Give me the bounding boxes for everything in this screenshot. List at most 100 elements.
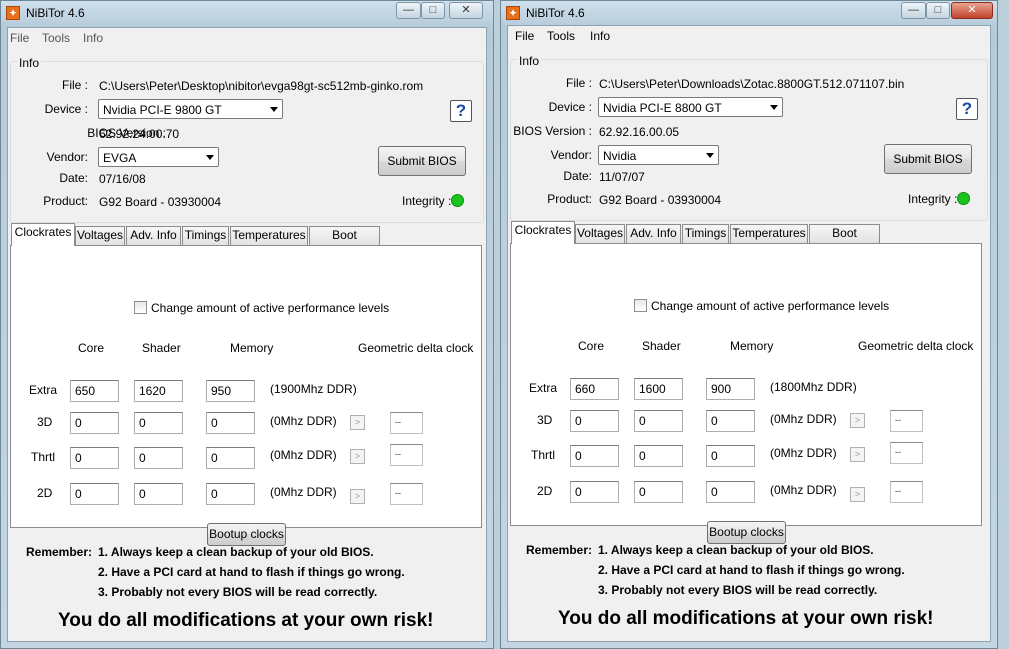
perf-levels-label: Change amount of active performance leve… xyxy=(151,301,390,315)
title-bar[interactable]: ✦ NiBiTor 4.6 — □ ✕ xyxy=(1,1,493,25)
thrtl-shader-input[interactable]: 0 xyxy=(634,445,683,467)
tab-adv-info[interactable]: Adv. Info xyxy=(126,226,181,245)
product-value: G92 Board - 03930004 xyxy=(99,195,222,209)
tab-voltages[interactable]: Voltages xyxy=(75,226,125,245)
thrtl-delta-input[interactable]: -- xyxy=(390,444,423,466)
vendor-select[interactable]: EVGA xyxy=(98,147,219,167)
tab-clockrates[interactable]: Clockrates xyxy=(11,223,75,246)
2d-core-input[interactable]: 0 xyxy=(70,483,119,505)
row-label-2d: 2D xyxy=(37,486,53,500)
thrtl-core-input[interactable]: 0 xyxy=(70,447,119,469)
menu-info[interactable]: Info xyxy=(83,31,103,45)
clockrates-panel: Change amount of active performance leve… xyxy=(10,245,482,546)
title-bar[interactable]: ✦ NiBiTor 4.6 — □ ✕ xyxy=(501,1,997,25)
close-button[interactable]: ✕ xyxy=(951,2,993,19)
2d-memory-input[interactable]: 0 xyxy=(706,481,755,503)
2d-memory-input[interactable]: 0 xyxy=(206,483,255,505)
3d-shader-input[interactable]: 0 xyxy=(634,410,683,432)
thrtl-memory-input[interactable]: 0 xyxy=(206,447,255,469)
extra-memory-input[interactable]: 950 xyxy=(206,380,255,402)
menu-info[interactable]: Info xyxy=(590,29,610,43)
thrtl-shader-input[interactable]: 0 xyxy=(134,447,183,469)
extra-memory-input[interactable]: 900 xyxy=(706,378,755,400)
3d-core-input[interactable]: 0 xyxy=(70,412,119,434)
thrtl-core-input[interactable]: 0 xyxy=(570,445,619,467)
2d-delta-input[interactable]: -- xyxy=(390,483,423,505)
extra-ddr-label: (1800Mhz DDR) xyxy=(770,380,857,394)
3d-arrow-button[interactable]: > xyxy=(350,415,365,430)
menu-bar: File Tools Info xyxy=(508,26,990,46)
info-group-label: Info xyxy=(17,56,42,70)
2d-shader-input[interactable]: 0 xyxy=(634,481,683,503)
3d-ddr-label: (0Mhz DDR) xyxy=(770,412,837,426)
remember-item-2: 2. Have a PCI card at hand to flash if t… xyxy=(598,563,905,577)
extra-ddr-label: (1900Mhz DDR) xyxy=(270,382,357,396)
minimize-button[interactable]: — xyxy=(396,2,421,19)
thrtl-arrow-button[interactable]: > xyxy=(850,447,865,462)
client-area: File Tools Info Info File : C:\Users\Pet… xyxy=(507,25,991,642)
row-label-3d: 3D xyxy=(37,415,53,429)
extra-core-input[interactable]: 650 xyxy=(70,380,119,402)
row-label-2d: 2D xyxy=(537,484,553,498)
tab-temperatures[interactable]: Temperatures xyxy=(230,226,308,245)
3d-memory-input[interactable]: 0 xyxy=(706,410,755,432)
menu-file[interactable]: File xyxy=(10,31,29,45)
3d-delta-input[interactable]: -- xyxy=(390,412,423,434)
col-geometric-delta: Geometric delta clock xyxy=(858,339,974,353)
close-button[interactable]: ✕ xyxy=(449,2,483,19)
menu-tools[interactable]: Tools xyxy=(42,31,70,45)
integrity-label: Integrity : xyxy=(908,192,958,206)
perf-levels-checkbox[interactable] xyxy=(634,299,647,312)
tab-clockrates[interactable]: Clockrates xyxy=(511,221,575,244)
thrtl-arrow-button[interactable]: > xyxy=(350,449,365,464)
maximize-button[interactable]: □ xyxy=(926,2,950,19)
device-select[interactable]: Nvidia PCI-E 9800 GT xyxy=(98,99,283,119)
thrtl-memory-input[interactable]: 0 xyxy=(706,445,755,467)
extra-shader-input[interactable]: 1620 xyxy=(134,380,183,402)
tab-timings[interactable]: Timings xyxy=(682,224,729,243)
help-button[interactable]: ? xyxy=(956,98,978,120)
perf-levels-checkbox[interactable] xyxy=(134,301,147,314)
2d-delta-input[interactable]: -- xyxy=(890,481,923,503)
vendor-value: Nvidia xyxy=(603,149,637,163)
maximize-button[interactable]: □ xyxy=(421,2,445,19)
vendor-select[interactable]: Nvidia xyxy=(598,145,719,165)
2d-arrow-button[interactable]: > xyxy=(350,489,365,504)
row-label-3d: 3D xyxy=(537,413,553,427)
3d-shader-input[interactable]: 0 xyxy=(134,412,183,434)
tab-temperatures[interactable]: Temperatures xyxy=(730,224,808,243)
submit-bios-button[interactable]: Submit BIOS xyxy=(378,146,466,176)
extra-core-input[interactable]: 660 xyxy=(570,378,619,400)
tab-boot-settings[interactable]: Boot Settings xyxy=(309,226,380,259)
client-area: File Tools Info Info File : C:\Users\Pet… xyxy=(7,27,487,642)
menu-file[interactable]: File xyxy=(515,29,534,43)
col-core: Core xyxy=(578,339,605,353)
2d-core-input[interactable]: 0 xyxy=(570,481,619,503)
3d-core-input[interactable]: 0 xyxy=(570,410,619,432)
info-group-label: Info xyxy=(517,54,542,68)
bios-version-value: 62.92.16.00.05 xyxy=(599,125,680,139)
submit-bios-button[interactable]: Submit BIOS xyxy=(884,144,972,174)
date-value: 07/16/08 xyxy=(99,172,146,186)
minimize-button[interactable]: — xyxy=(901,2,926,19)
device-value: Nvidia PCI-E 9800 GT xyxy=(103,103,222,117)
2d-arrow-button[interactable]: > xyxy=(850,487,865,502)
bootup-clocks-button[interactable]: Bootup clocks xyxy=(207,523,286,546)
thrtl-delta-input[interactable]: -- xyxy=(890,442,923,464)
device-select[interactable]: Nvidia PCI-E 8800 GT xyxy=(598,97,783,117)
perf-levels-label: Change amount of active performance leve… xyxy=(651,299,890,313)
menu-tools[interactable]: Tools xyxy=(547,29,575,43)
3d-memory-input[interactable]: 0 xyxy=(206,412,255,434)
tab-timings[interactable]: Timings xyxy=(182,226,229,245)
help-button[interactable]: ? xyxy=(450,100,472,122)
tab-boot-settings[interactable]: Boot Settings xyxy=(809,224,880,257)
tab-adv-info[interactable]: Adv. Info xyxy=(626,224,681,243)
risk-warning: You do all modifications at your own ris… xyxy=(558,608,934,629)
3d-arrow-button[interactable]: > xyxy=(850,413,865,428)
bootup-clocks-button[interactable]: Bootup clocks xyxy=(707,521,786,544)
3d-delta-input[interactable]: -- xyxy=(890,410,923,432)
2d-shader-input[interactable]: 0 xyxy=(134,483,183,505)
integrity-indicator xyxy=(957,192,970,205)
extra-shader-input[interactable]: 1600 xyxy=(634,378,683,400)
tab-voltages[interactable]: Voltages xyxy=(575,224,625,243)
